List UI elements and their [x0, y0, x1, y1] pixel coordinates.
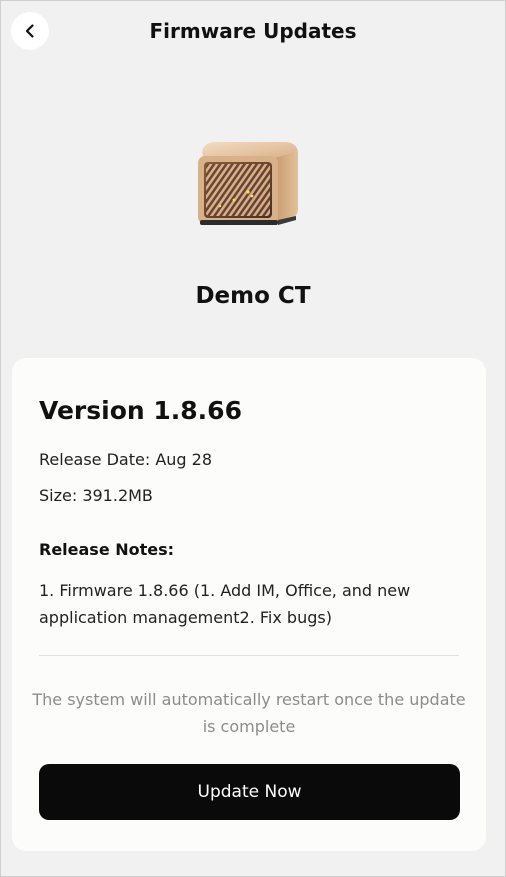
page-title: Firmware Updates — [149, 19, 357, 43]
divider — [39, 655, 459, 656]
nas-device-image — [198, 142, 298, 225]
release-date: Release Date: Aug 28 — [39, 450, 213, 469]
firmware-updates-screen: Firmware Updates Demo CT Version 1.8.66 … — [0, 0, 506, 877]
version-title: Version 1.8.66 — [39, 396, 242, 425]
release-notes-heading: Release Notes: — [39, 540, 175, 559]
header: Firmware Updates — [1, 1, 505, 65]
restart-notice: The system will automatically restart on… — [32, 690, 466, 736]
firmware-size: Size: 391.2MB — [39, 486, 153, 505]
update-now-button[interactable]: Update Now — [39, 764, 460, 820]
firmware-card: Version 1.8.66 Release Date: Aug 28 Size… — [12, 358, 486, 851]
device-name: Demo CT — [195, 283, 311, 309]
release-notes-body: 1. Firmware 1.8.66 (1. Add IM, Office, a… — [39, 581, 411, 627]
